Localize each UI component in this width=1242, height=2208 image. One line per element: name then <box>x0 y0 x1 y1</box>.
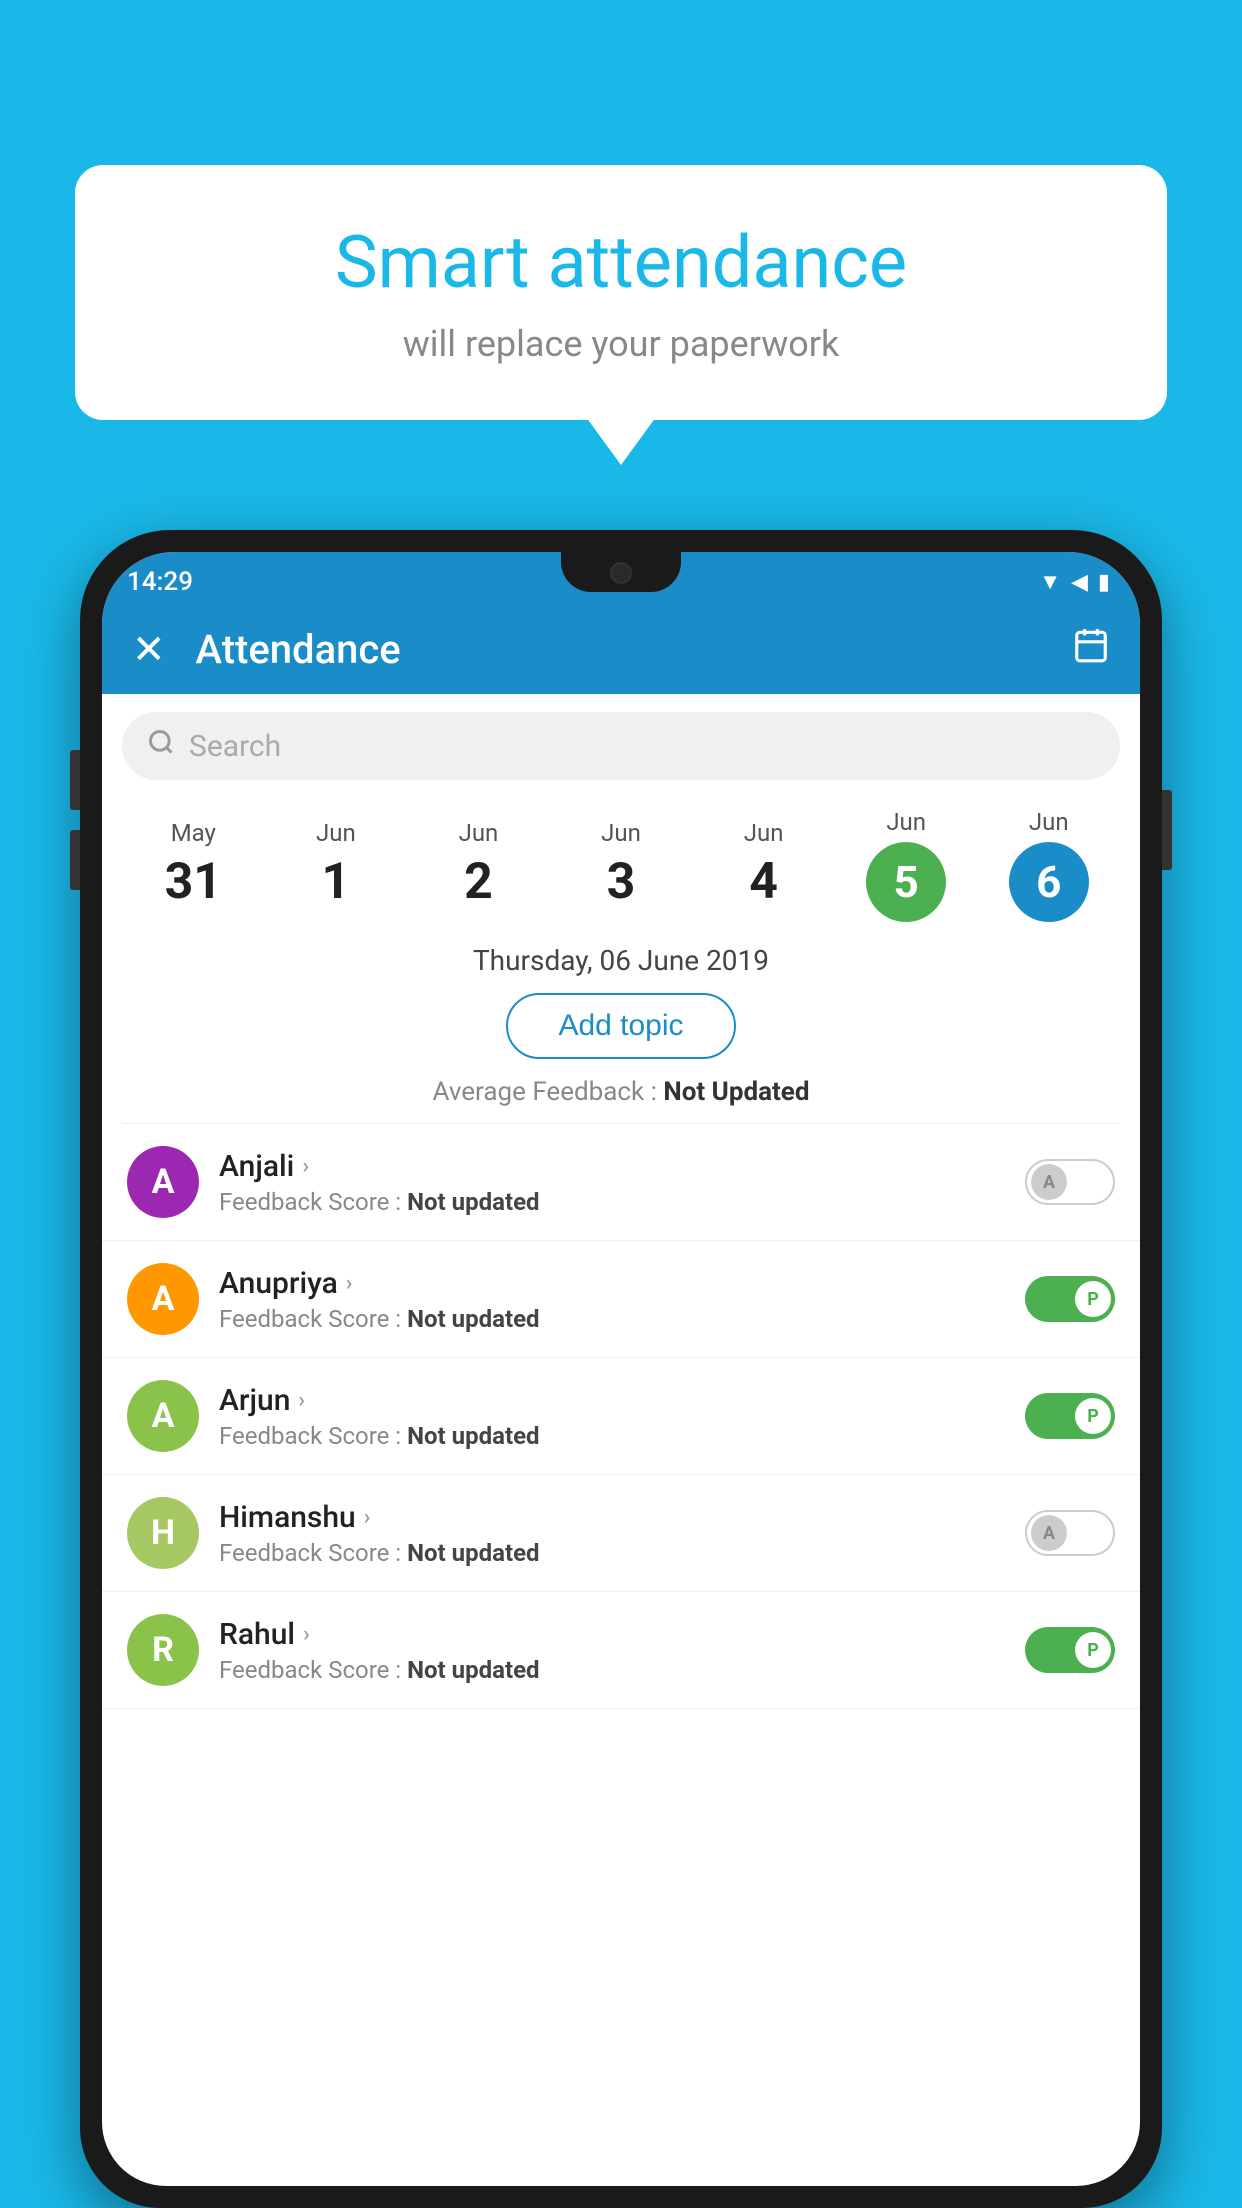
search-icon <box>147 728 175 764</box>
attendance-toggle-arjun[interactable]: P <box>1025 1393 1115 1439</box>
student-info-rahul: Rahul › Feedback Score : Not updated <box>219 1617 1005 1684</box>
student-anjali[interactable]: A Anjali › Feedback Score : Not updated … <box>102 1124 1140 1241</box>
search-bar[interactable]: Search <box>122 712 1120 780</box>
date-jun2[interactable]: Jun 2 <box>407 819 550 911</box>
date-jun5[interactable]: Jun 5 <box>835 808 978 922</box>
avatar-rahul: R <box>127 1614 199 1686</box>
student-info-himanshu: Himanshu › Feedback Score : Not updated <box>219 1500 1005 1567</box>
toggle-knob: A <box>1031 1164 1067 1200</box>
toggle-knob: A <box>1031 1515 1067 1551</box>
speech-bubble: Smart attendance will replace your paper… <box>75 165 1167 420</box>
avatar-anjali: A <box>127 1146 199 1218</box>
volume-up-button <box>70 750 80 810</box>
close-button[interactable]: ✕ <box>132 626 166 673</box>
toggle-knob: P <box>1075 1398 1111 1434</box>
wifi-icon: ▼ <box>1039 569 1061 595</box>
date-may31[interactable]: May 31 <box>122 819 265 911</box>
selected-date: Thursday, 06 June 2019 <box>102 944 1140 977</box>
avatar-himanshu: H <box>127 1497 199 1569</box>
student-arjun[interactable]: A Arjun › Feedback Score : Not updated P <box>102 1358 1140 1475</box>
attendance-toggle-anjali[interactable]: A <box>1025 1159 1115 1205</box>
app-header: ✕ Attendance <box>102 604 1140 694</box>
student-rahul[interactable]: R Rahul › Feedback Score : Not updated P <box>102 1592 1140 1709</box>
add-topic-button[interactable]: Add topic <box>506 993 735 1059</box>
chevron-icon: › <box>303 1622 310 1647</box>
toggle-knob: P <box>1075 1281 1111 1317</box>
volume-down-button <box>70 830 80 890</box>
status-icons: ▼ ◀ ▮ <box>1039 569 1110 595</box>
signal-icon: ◀ <box>1071 570 1088 595</box>
avatar-arjun: A <box>127 1380 199 1452</box>
date-jun6[interactable]: Jun 6 <box>977 808 1120 922</box>
student-anupriya[interactable]: A Anupriya › Feedback Score : Not update… <box>102 1241 1140 1358</box>
student-info-arjun: Arjun › Feedback Score : Not updated <box>219 1383 1005 1450</box>
student-list: A Anjali › Feedback Score : Not updated … <box>102 1124 1140 1709</box>
power-button <box>1162 790 1172 870</box>
student-himanshu[interactable]: H Himanshu › Feedback Score : Not update… <box>102 1475 1140 1592</box>
calendar-icon[interactable] <box>1072 626 1110 673</box>
attendance-toggle-anupriya[interactable]: P <box>1025 1276 1115 1322</box>
phone-screen: 14:29 ▼ ◀ ▮ ✕ Attendance <box>102 552 1140 2186</box>
phone-content: Search May 31 Jun 1 Jun 2 <box>102 694 1140 2186</box>
avatar-anupriya: A <box>127 1263 199 1335</box>
app-title: Attendance <box>196 626 1042 673</box>
attendance-toggle-rahul[interactable]: P <box>1025 1627 1115 1673</box>
date-jun4[interactable]: Jun 4 <box>692 819 835 911</box>
search-placeholder: Search <box>189 729 281 764</box>
battery-icon: ▮ <box>1098 570 1110 595</box>
phone-frame: 14:29 ▼ ◀ ▮ ✕ Attendance <box>80 530 1162 2208</box>
status-time: 14:29 <box>127 567 193 597</box>
front-camera <box>610 562 632 584</box>
date-jun1[interactable]: Jun 1 <box>265 819 408 911</box>
chevron-icon: › <box>302 1154 309 1179</box>
bubble-subtitle: will replace your paperwork <box>135 323 1107 365</box>
phone-notch <box>561 552 681 592</box>
chevron-icon: › <box>364 1505 371 1530</box>
toggle-knob: P <box>1075 1632 1111 1668</box>
date-jun3[interactable]: Jun 3 <box>550 819 693 911</box>
bubble-title: Smart attendance <box>135 220 1107 305</box>
avg-feedback: Average Feedback : Not Updated <box>102 1077 1140 1107</box>
chevron-icon: › <box>298 1388 305 1413</box>
date-strip: May 31 Jun 1 Jun 2 Jun 3 <box>102 798 1140 932</box>
student-info-anjali: Anjali › Feedback Score : Not updated <box>219 1149 1005 1216</box>
student-info-anupriya: Anupriya › Feedback Score : Not updated <box>219 1266 1005 1333</box>
attendance-toggle-himanshu[interactable]: A <box>1025 1510 1115 1556</box>
chevron-icon: › <box>346 1271 353 1296</box>
